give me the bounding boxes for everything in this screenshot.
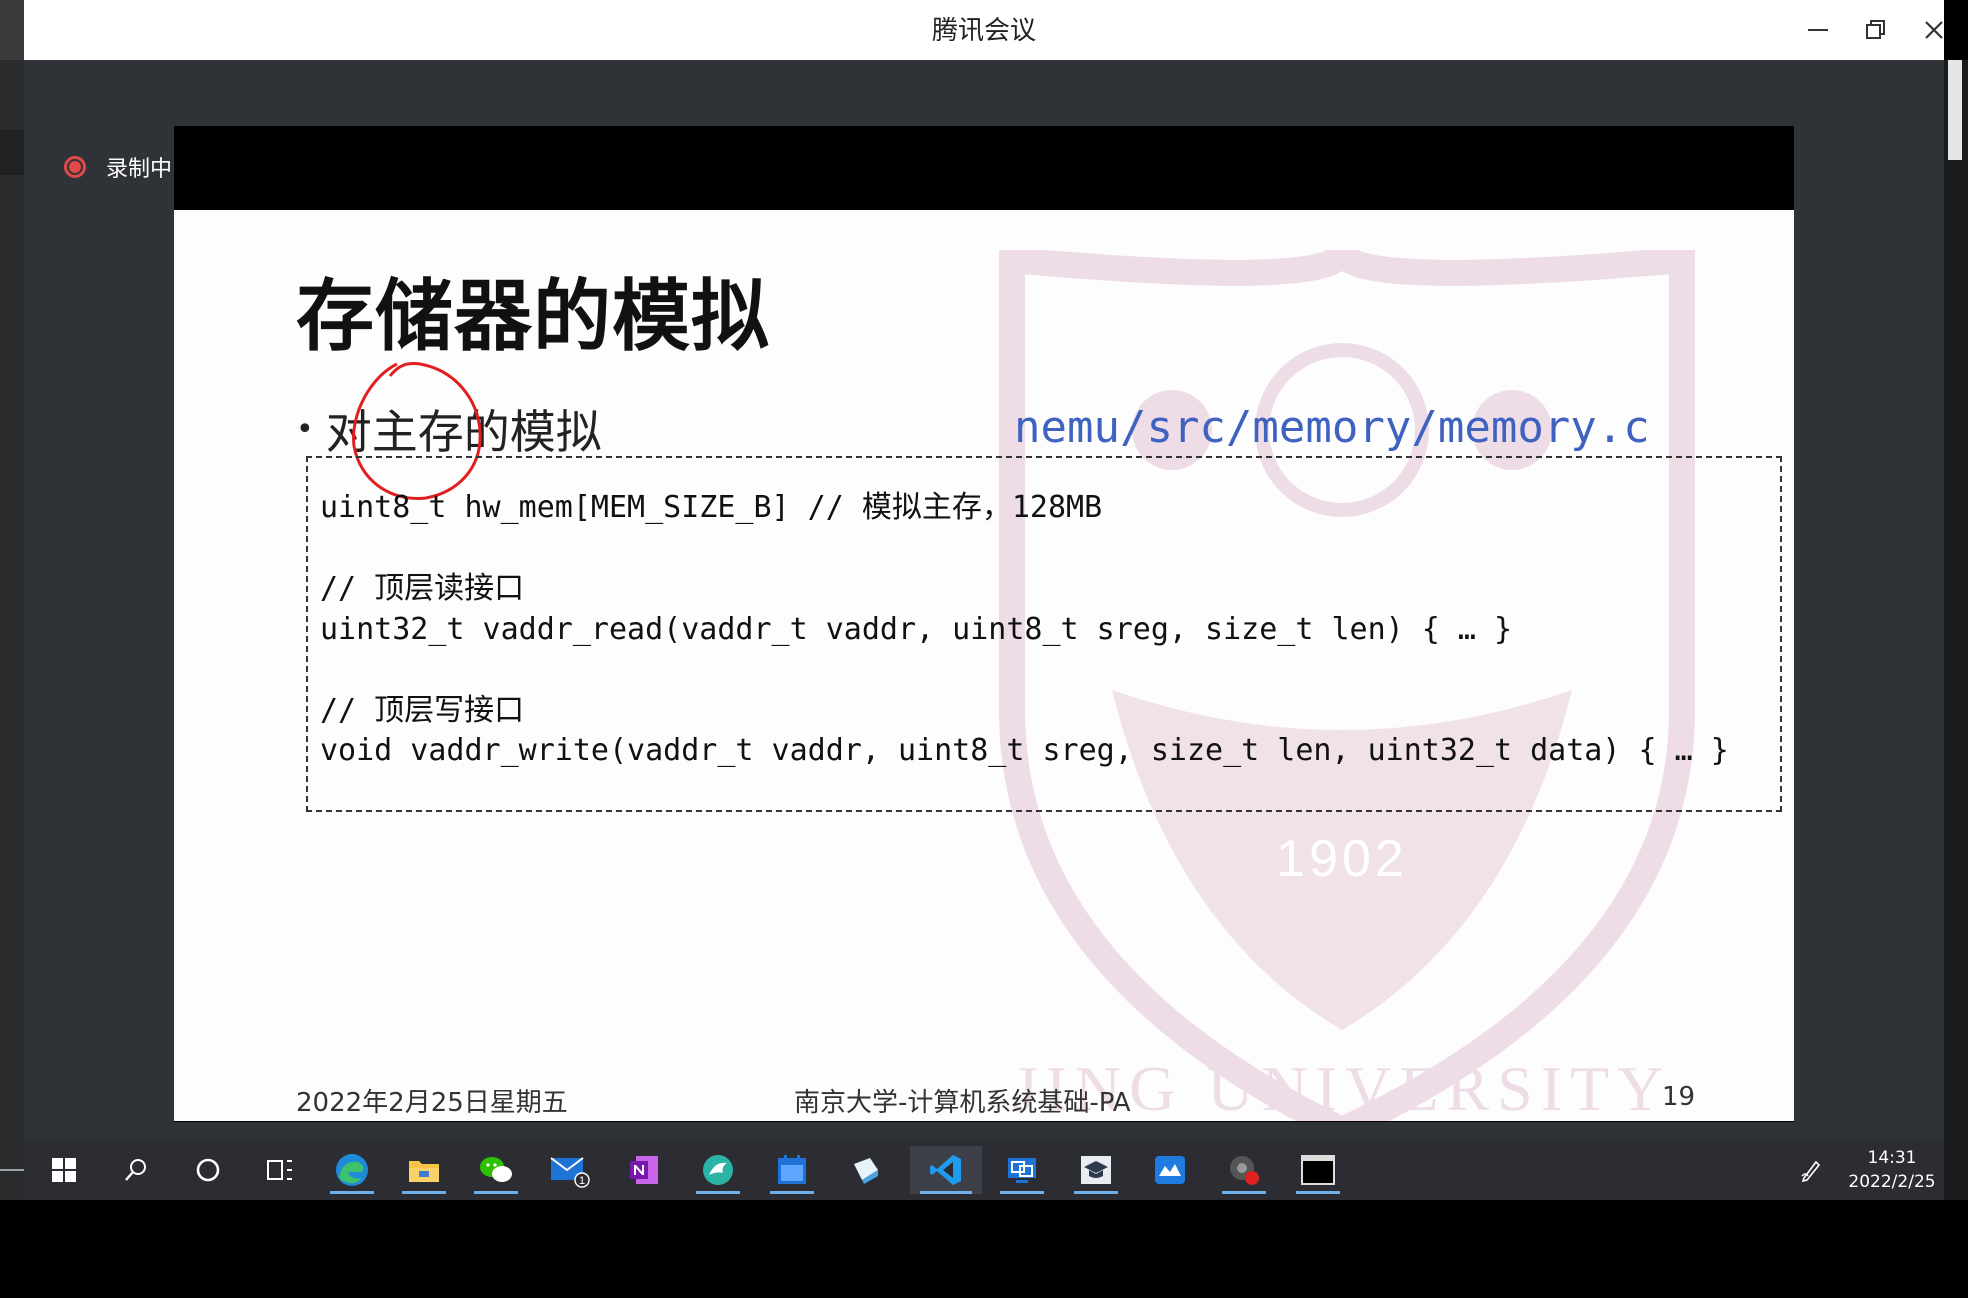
- taskbar-app-cloud[interactable]: [1140, 1146, 1200, 1194]
- app-paper-icon: [854, 1158, 878, 1184]
- onenote-icon: [630, 1156, 658, 1184]
- code-box: uint8_t hw_mem[MEM_SIZE_B] // 模拟主存，128MB…: [306, 456, 1782, 812]
- terminal-icon: [1301, 1155, 1335, 1185]
- app-bird-icon: [703, 1155, 733, 1185]
- running-indicator: [330, 1191, 374, 1194]
- bullet-item: • 对主存的模拟: [296, 396, 602, 462]
- footer-date: 2022年2月25日星期五: [296, 1088, 568, 1118]
- app-cloud-icon: [1155, 1156, 1185, 1184]
- recording-label: 录制中: [106, 157, 173, 182]
- close-icon: [1925, 21, 1943, 39]
- search-button[interactable]: [106, 1146, 166, 1194]
- taskbar-app-wechat[interactable]: [466, 1146, 526, 1194]
- page-number: 19: [1662, 1082, 1696, 1112]
- code-line: // 顶层写接口: [320, 692, 525, 728]
- edge-icon: [336, 1154, 368, 1186]
- clock-time: 14:31: [1867, 1148, 1917, 1168]
- watermark-year: 1902: [1276, 830, 1408, 888]
- running-indicator: [696, 1191, 740, 1194]
- close-button[interactable]: [1908, 8, 1960, 52]
- running-indicator: [1222, 1191, 1266, 1194]
- start-icon: [52, 1158, 76, 1182]
- running-indicator: [1074, 1191, 1118, 1194]
- pen-tray-icon[interactable]: [1800, 1158, 1822, 1182]
- running-indicator: [920, 1191, 972, 1194]
- taskbar-app-onenote[interactable]: [614, 1146, 674, 1194]
- mail-badge: 1: [579, 1175, 585, 1187]
- wechat-icon: [480, 1157, 512, 1182]
- slide-title: 存储器的模拟: [296, 272, 771, 362]
- window-title: 腾讯会议: [931, 16, 1036, 46]
- restore-button[interactable]: [1850, 8, 1902, 52]
- shared-slide: 1902 JING UNIVERSITY 存储器的模拟 • 对主存的模拟 nem…: [174, 126, 1794, 1122]
- file-explorer-icon: [409, 1161, 439, 1182]
- task-view-button[interactable]: [250, 1146, 310, 1194]
- left-edge: [0, 0, 24, 1200]
- source-file-path: nemu/src/memory/memory.c: [1014, 402, 1650, 453]
- taskbar-app-explorer[interactable]: [394, 1146, 454, 1194]
- taskbar-app-graduation[interactable]: [1066, 1146, 1126, 1194]
- running-indicator: [1000, 1191, 1044, 1194]
- cortana-button[interactable]: [178, 1146, 238, 1194]
- taskbar-clock[interactable]: 14:31 2022/2/25: [1844, 1146, 1940, 1194]
- app-graduation-icon: [1081, 1156, 1111, 1184]
- start-button[interactable]: [34, 1146, 94, 1194]
- code-line: void vaddr_write(vaddr_t vaddr, uint8_t …: [320, 733, 1729, 768]
- code-line: // 顶层读接口: [320, 571, 525, 606]
- slide-canvas: 1902 JING UNIVERSITY 存储器的模拟 • 对主存的模拟 nem…: [174, 210, 1794, 1121]
- taskbar-app-terminal[interactable]: [1288, 1146, 1348, 1194]
- taskbar-app-calendar[interactable]: [762, 1146, 822, 1194]
- bullet-marker: •: [296, 411, 314, 447]
- taskbar-app-edge[interactable]: [322, 1146, 382, 1194]
- search-icon: [125, 1159, 146, 1181]
- app-record-icon: [1230, 1156, 1259, 1185]
- calendar-icon: [778, 1155, 806, 1184]
- taskbar-app-mail[interactable]: 1: [540, 1146, 600, 1194]
- minimize-icon: [1808, 29, 1828, 31]
- taskbar-app-record[interactable]: [1214, 1146, 1274, 1194]
- mail-icon: 1: [550, 1157, 590, 1188]
- running-indicator: [474, 1191, 518, 1194]
- scrollbar[interactable]: [1948, 60, 1962, 160]
- meeting-window: 腾讯会议 录制中 1902 JING UNIVERSITY 存储器的模拟 • 对…: [24, 0, 1944, 1140]
- left-edge-line: [0, 1169, 24, 1171]
- vscode-icon: [930, 1155, 961, 1185]
- right-edge: [1944, 60, 1968, 1200]
- running-indicator: [1296, 1191, 1340, 1194]
- restore-icon: [1866, 20, 1885, 39]
- taskbar-app-vscode[interactable]: [910, 1146, 982, 1194]
- taskbar-app-remote-desktop[interactable]: [992, 1146, 1052, 1194]
- code-line: uint8_t hw_mem[MEM_SIZE_B] // 模拟主存，128MB: [320, 490, 1103, 525]
- minimize-button[interactable]: [1792, 8, 1844, 52]
- record-icon: [64, 156, 86, 178]
- left-edge-top: [0, 0, 24, 60]
- taskbar-app-bird[interactable]: [688, 1146, 748, 1194]
- code-line: uint32_t vaddr_read(vaddr_t vaddr, uint8…: [320, 611, 1513, 647]
- recording-indicator: 录制中: [64, 150, 172, 184]
- footer-course: 南京大学-计算机系统基础-PA: [794, 1088, 1131, 1118]
- taskbar-app-paper[interactable]: [836, 1146, 896, 1194]
- task-view-icon: [267, 1160, 292, 1180]
- running-indicator: [402, 1191, 446, 1194]
- remote-desktop-icon: [1008, 1158, 1036, 1183]
- code-block: uint8_t hw_mem[MEM_SIZE_B] // 模拟主存，128MB…: [320, 488, 1729, 772]
- clock-date: 2022/2/25: [1848, 1172, 1936, 1192]
- bullet-text: 对主存的模拟: [325, 405, 602, 459]
- running-indicator: [770, 1191, 814, 1194]
- left-edge-strip: [0, 130, 24, 175]
- taskbar: 1 14:31 2022/2/25: [24, 1140, 1944, 1200]
- cortana-icon: [196, 1158, 220, 1182]
- titlebar: 腾讯会议: [24, 0, 1944, 60]
